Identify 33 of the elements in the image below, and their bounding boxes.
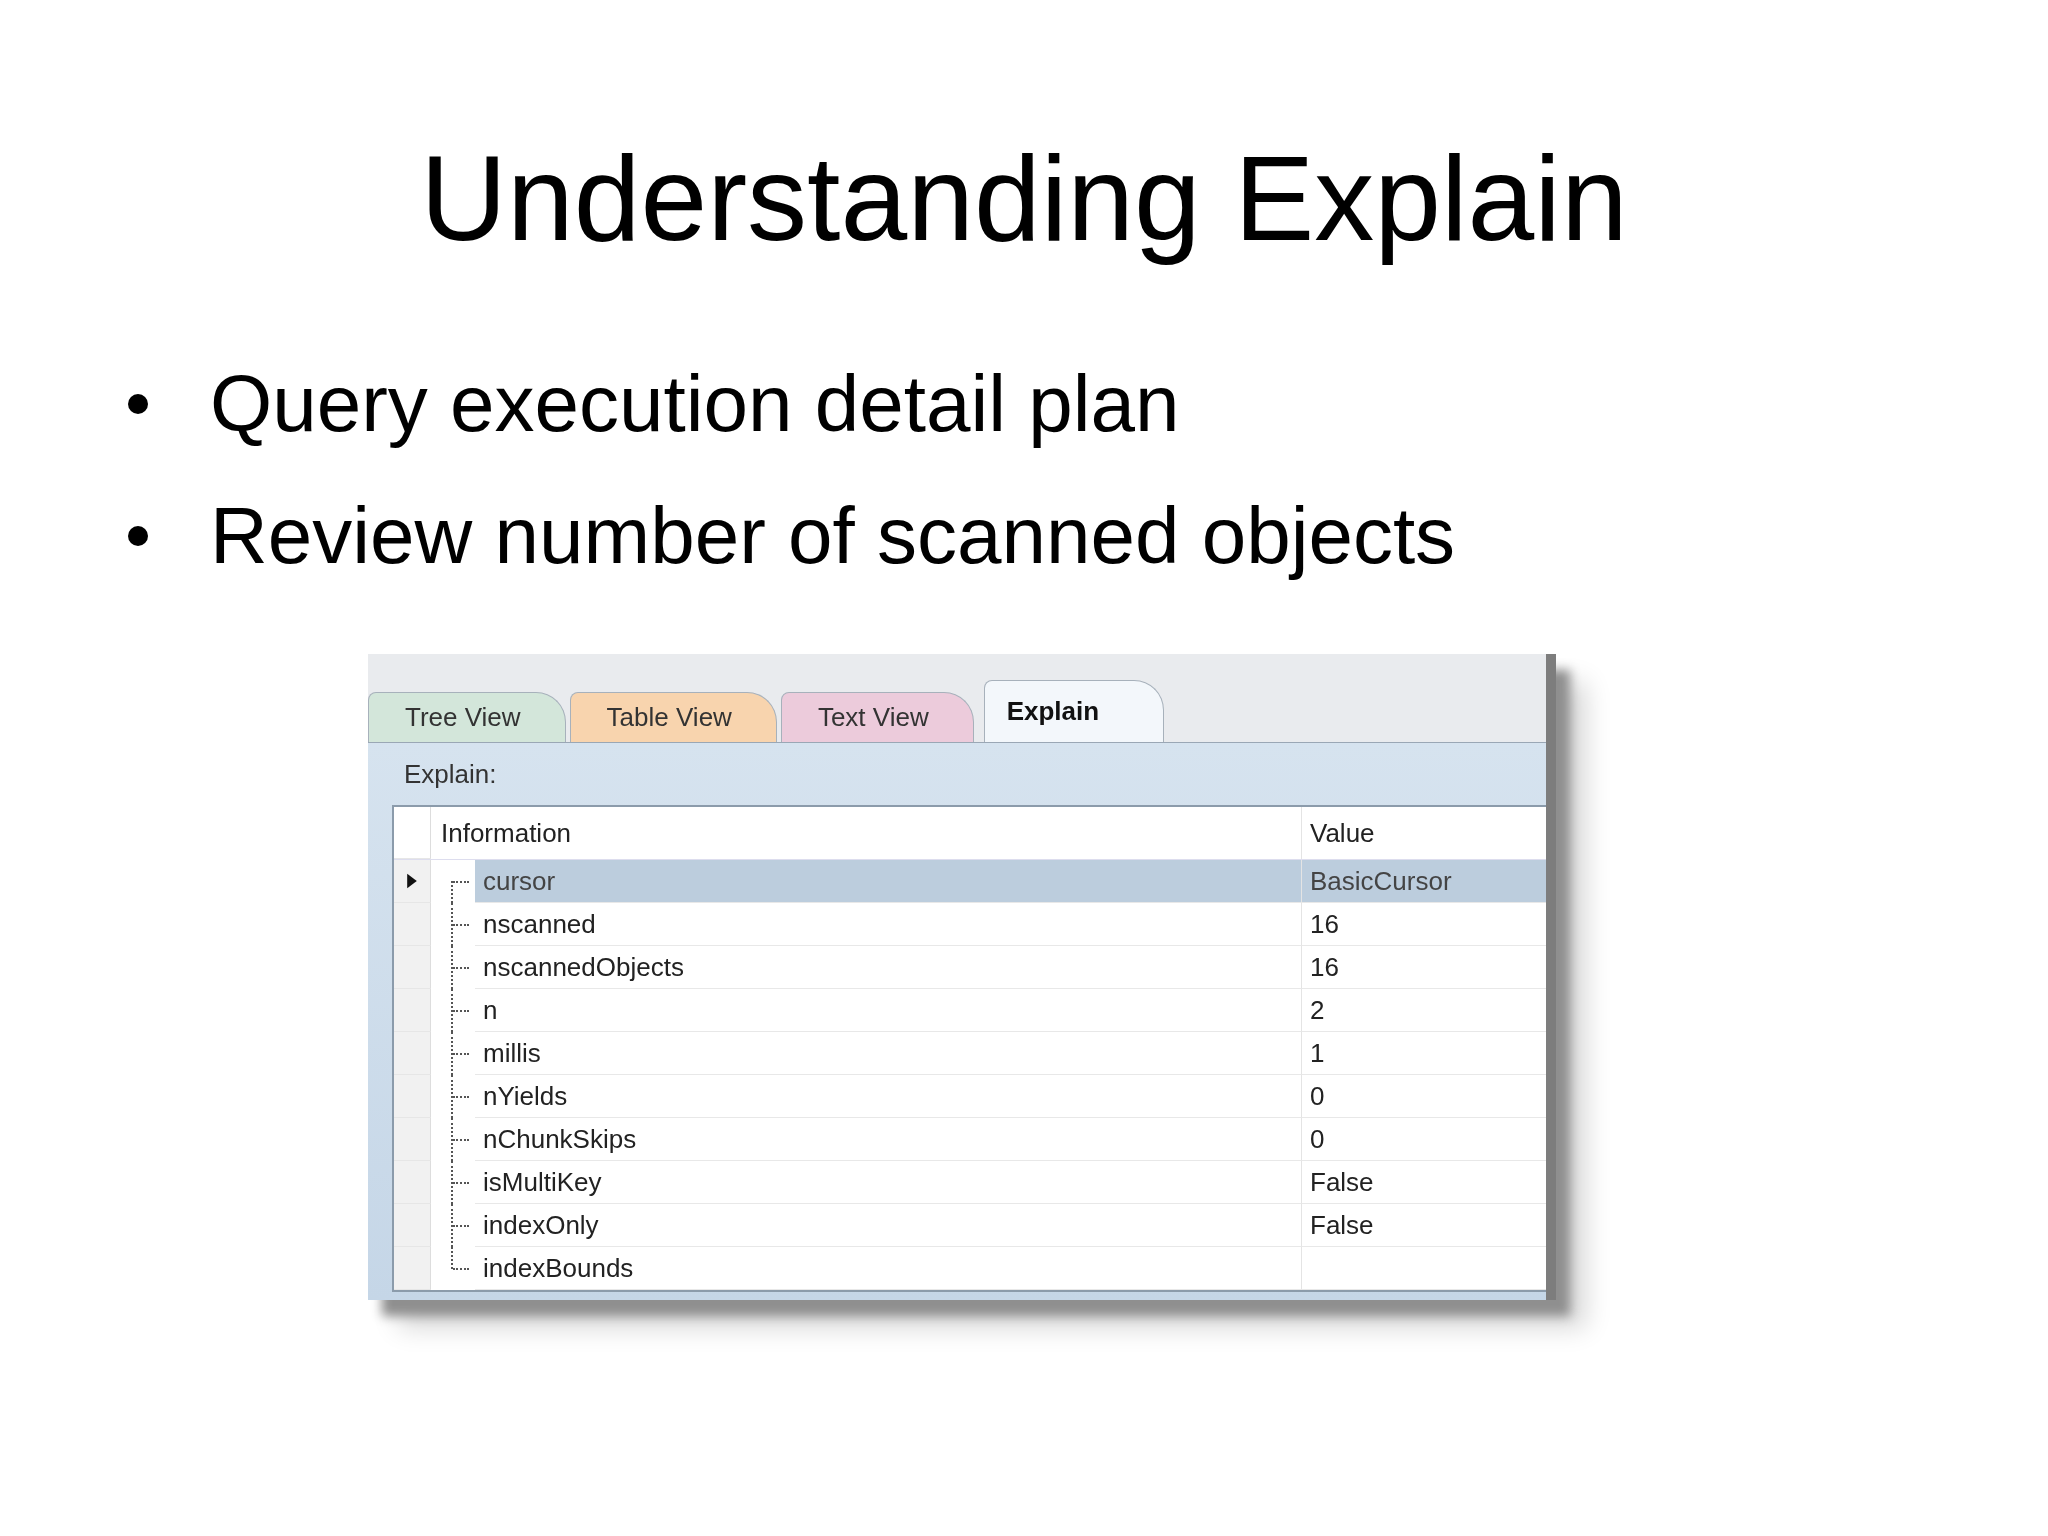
table-cell: False <box>1302 1204 1546 1247</box>
tab[interactable]: Text View <box>780 692 974 742</box>
table-cell: 16 <box>1302 946 1546 989</box>
table-cell[interactable]: indexBounds <box>475 1247 1302 1290</box>
current-row-icon <box>406 872 418 890</box>
table-cell: 2 <box>1302 989 1546 1032</box>
table-cell[interactable]: nYields <box>475 1075 1302 1118</box>
table-cell[interactable]: nscanned <box>475 903 1302 946</box>
panel-label: Explain: <box>403 758 498 791</box>
table-cell[interactable]: cursor <box>475 860 1302 903</box>
bullet-icon <box>128 526 148 546</box>
table-cell: 0 <box>1302 1075 1546 1118</box>
row-selector[interactable] <box>394 860 431 903</box>
table-cell[interactable]: nscannedObjects <box>475 946 1302 989</box>
slide-title: Understanding Explain <box>419 130 1629 267</box>
table-cell[interactable]: isMultiKey <box>475 1161 1302 1204</box>
tab[interactable]: Explain <box>983 680 1165 742</box>
bullet-text: Query execution detail plan <box>210 358 1180 450</box>
table-cell[interactable]: indexOnly <box>475 1204 1302 1247</box>
table-cell[interactable]: millis <box>475 1032 1302 1075</box>
tab[interactable]: Tree View <box>368 692 566 742</box>
bullet-text: Review number of scanned objects <box>210 490 1456 582</box>
table-cell: 0 <box>1302 1118 1546 1161</box>
bullet-icon <box>128 394 148 414</box>
column-header[interactable]: Value <box>1302 807 1546 859</box>
table-cell: 16 <box>1302 903 1546 946</box>
tab[interactable]: Table View <box>569 692 777 742</box>
table-cell: 1 <box>1302 1032 1546 1075</box>
table-cell: False <box>1302 1161 1546 1204</box>
column-header[interactable]: Information <box>431 807 1302 859</box>
table-cell[interactable]: nChunkSkips <box>475 1118 1302 1161</box>
table-cell: BasicCursor <box>1302 860 1546 903</box>
table-cell[interactable]: n <box>475 989 1302 1032</box>
